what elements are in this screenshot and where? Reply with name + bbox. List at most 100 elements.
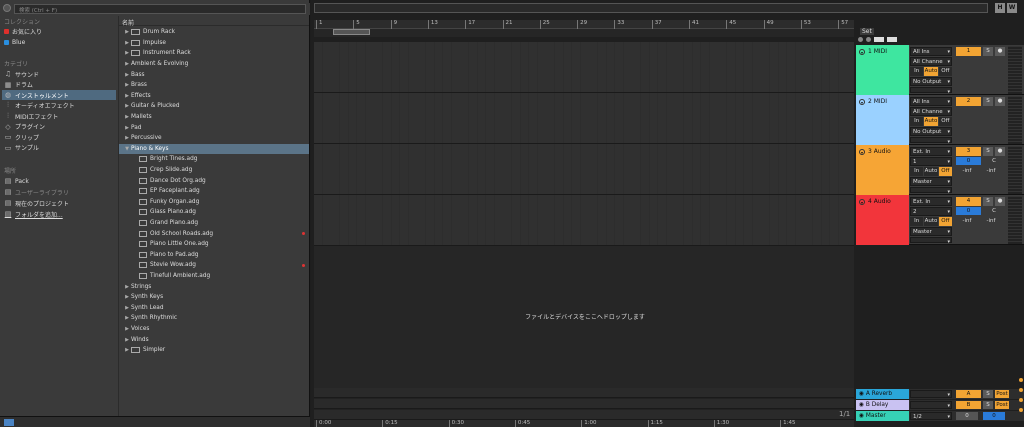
category-plugins[interactable]: ◇ プラグイン: [4, 122, 116, 132]
return-track-header[interactable]: ◉ B Delay B S Post: [856, 400, 1024, 410]
track-header[interactable]: ▾4 AudioExt. In2InAutoOffMaster4S●0C-inf…: [856, 195, 1024, 246]
monitor-auto-button[interactable]: Auto: [924, 117, 938, 126]
circle-icon[interactable]: [858, 37, 863, 42]
track-activator-button[interactable]: 2: [956, 97, 981, 106]
chevron-right-icon[interactable]: ▶: [123, 135, 131, 141]
track-title-bar[interactable]: ▾ 3 Audio: [856, 145, 909, 195]
return-title-bar[interactable]: ◉ B Delay: [856, 400, 909, 410]
file-row[interactable]: ▶ Synth Rhythmic: [119, 313, 309, 324]
chevron-right-icon[interactable]: ▶: [123, 315, 131, 321]
track-title-bar[interactable]: ▾ 4 Audio: [856, 195, 909, 245]
w-button[interactable]: W: [1007, 3, 1017, 13]
lane-a-reverb[interactable]: [314, 388, 854, 398]
fold-icon[interactable]: ▾: [859, 98, 865, 105]
lane-3-audio[interactable]: [314, 144, 854, 195]
return-activator-button[interactable]: B: [956, 401, 981, 409]
h-button[interactable]: H: [995, 3, 1005, 13]
arrangement-overview[interactable]: [314, 3, 988, 13]
input-channel-select[interactable]: 1: [910, 157, 952, 166]
output-channel-select[interactable]: [910, 237, 952, 246]
file-row[interactable]: ▶ Synth Keys: [119, 292, 309, 303]
name-column-header[interactable]: 名前: [119, 16, 309, 27]
output-channel-select[interactable]: [910, 87, 952, 96]
return-title-bar[interactable]: ◉ Master: [856, 411, 909, 421]
file-row[interactable]: ▶ Voices: [119, 324, 309, 335]
file-row[interactable]: Crep Slide.adg: [119, 165, 309, 176]
track-title-bar[interactable]: ▾ 2 MIDI: [856, 95, 909, 145]
file-row[interactable]: ▶ Impulse: [119, 38, 309, 49]
file-row[interactable]: ▶ Winds: [119, 334, 309, 345]
time-ruler[interactable]: 0:00 0:15 0:30 0:45 1:00 1:15 1:30 1:45: [314, 420, 854, 427]
master-volume-field[interactable]: 0: [956, 412, 978, 420]
category-audio-effects[interactable]: ⫶ オーディオエフェクト: [4, 101, 116, 111]
file-row[interactable]: ▶ Synth Lead: [119, 303, 309, 314]
arm-button[interactable]: ●: [995, 147, 1005, 156]
monitor-off-button[interactable]: Off: [938, 67, 952, 76]
chevron-down-icon[interactable]: ▼: [123, 146, 131, 152]
solo-button[interactable]: S: [983, 47, 993, 56]
solo-button[interactable]: S: [983, 147, 993, 156]
track-activator-button[interactable]: 1: [956, 47, 981, 56]
file-row[interactable]: ▶ Drum Rack: [119, 27, 309, 38]
file-row[interactable]: ▼ Piano & Keys: [119, 143, 309, 155]
chevron-right-icon[interactable]: ▶: [123, 305, 131, 311]
file-row[interactable]: Bright Tines.adg: [119, 154, 309, 165]
chevron-right-icon[interactable]: ▶: [123, 284, 131, 290]
fold-icon[interactable]: ▾: [859, 148, 865, 155]
lock-icon[interactable]: [887, 37, 897, 42]
solo-button[interactable]: S: [983, 401, 993, 409]
chevron-right-icon[interactable]: ▶: [123, 72, 131, 78]
input-channel-select[interactable]: 2: [910, 207, 952, 216]
search-input[interactable]: 検索 (Ctrl + F): [14, 4, 306, 14]
monitor-auto-button[interactable]: Auto: [924, 67, 938, 76]
lane-master[interactable]: [314, 410, 854, 420]
file-row[interactable]: Piano to Pad.adg: [119, 250, 309, 261]
monitor-off-button[interactable]: Off: [938, 217, 952, 226]
input-type-select[interactable]: Ext. In: [910, 197, 952, 206]
monitor-in-button[interactable]: In: [910, 117, 924, 126]
pan-field[interactable]: C: [983, 207, 1005, 215]
monitor-auto-button[interactable]: Auto: [924, 217, 938, 226]
chevron-right-icon[interactable]: ▶: [123, 93, 131, 99]
chevron-right-icon[interactable]: ▶: [123, 294, 131, 300]
pan-field[interactable]: C: [983, 157, 1005, 165]
monitor-in-button[interactable]: In: [910, 67, 924, 76]
output-select[interactable]: Master: [910, 177, 952, 186]
input-type-select[interactable]: All Ins: [910, 97, 952, 106]
lane-4-audio[interactable]: [314, 195, 854, 246]
collection-favorites[interactable]: お気に入り: [4, 26, 116, 36]
volume-field[interactable]: 0: [956, 207, 981, 215]
volume-field[interactable]: 0: [956, 157, 981, 165]
chevron-right-icon[interactable]: ▶: [123, 61, 131, 67]
category-sounds[interactable]: ♫ サウンド: [4, 69, 116, 79]
file-row[interactable]: ▶ Pad: [119, 122, 309, 133]
post-button[interactable]: Post: [995, 401, 1009, 409]
send-a-field[interactable]: -inf: [956, 217, 978, 225]
file-row[interactable]: ▶ Strings: [119, 281, 309, 292]
file-row[interactable]: ▶ Instrument Rack: [119, 48, 309, 59]
send-b-field[interactable]: -inf: [980, 217, 1002, 225]
circle-icon[interactable]: [866, 37, 871, 42]
input-type-select[interactable]: All Ins: [910, 47, 952, 56]
master-pan-field[interactable]: 0: [983, 412, 1005, 420]
location-current-project[interactable]: ▤ 現在のプロジェクト: [4, 198, 116, 208]
info-toggle-icon[interactable]: [4, 419, 14, 426]
chevron-right-icon[interactable]: ▶: [123, 337, 131, 343]
expand-icon[interactable]: [874, 37, 884, 42]
return-output-select[interactable]: [910, 401, 952, 410]
solo-button[interactable]: S: [983, 390, 993, 398]
chevron-right-icon[interactable]: ▶: [123, 326, 131, 332]
file-row[interactable]: Tinefull Ambient.adg: [119, 271, 309, 282]
arm-button[interactable]: ●: [995, 47, 1005, 56]
output-select[interactable]: No Output: [910, 127, 952, 136]
category-samples[interactable]: ▭ サンプル: [4, 143, 116, 153]
lane-1-midi[interactable]: [314, 42, 854, 93]
track-header[interactable]: ▾3 AudioExt. In1InAutoOffMaster3S●0C-inf…: [856, 145, 1024, 196]
fold-icon[interactable]: ◉: [859, 413, 866, 419]
category-clips[interactable]: ▭ クリップ: [4, 132, 116, 142]
file-row[interactable]: ▶ Brass: [119, 80, 309, 91]
monitor-in-button[interactable]: In: [910, 167, 924, 176]
collection-blue[interactable]: Blue: [4, 37, 116, 47]
arm-button[interactable]: ●: [995, 97, 1005, 106]
solo-button[interactable]: S: [983, 97, 993, 106]
